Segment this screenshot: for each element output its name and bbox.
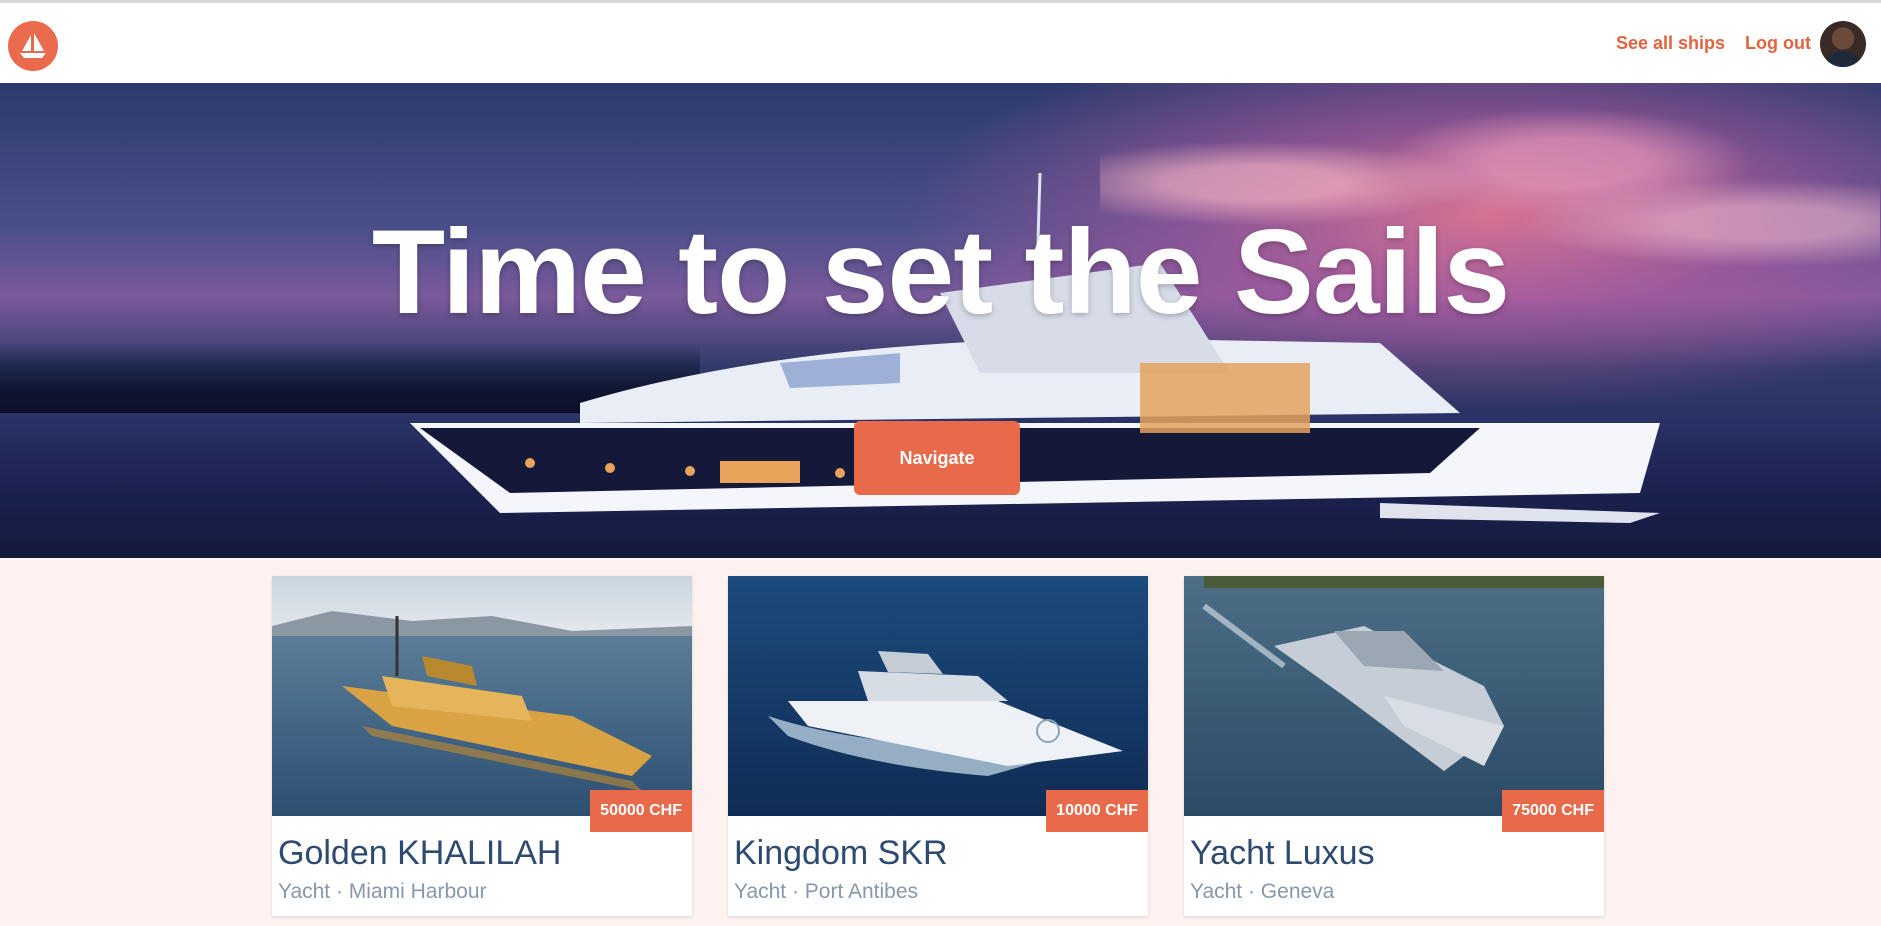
navigate-button[interactable]: Navigate bbox=[854, 421, 1020, 495]
sailboat-logo-icon[interactable] bbox=[8, 21, 58, 71]
see-all-ships-link[interactable]: See all ships bbox=[1616, 33, 1725, 54]
main-nav: See all ships Log out bbox=[1616, 33, 1811, 54]
ship-card[interactable]: 10000 CHF Kingdom SKR Yacht · Port Antib… bbox=[728, 576, 1148, 916]
ship-image bbox=[728, 576, 1148, 816]
user-avatar-icon[interactable] bbox=[1820, 21, 1866, 67]
ship-card-list: 50000 CHF Golden KHALILAH Yacht · Miami … bbox=[272, 576, 1604, 916]
ship-name: Yacht Luxus bbox=[1190, 834, 1375, 872]
hero-banner: Time to set the Sails Navigate bbox=[0, 83, 1881, 558]
hero-title: Time to set the Sails bbox=[371, 205, 1510, 339]
ship-image bbox=[272, 576, 692, 816]
ship-subtitle: Yacht · Miami Harbour bbox=[278, 880, 487, 903]
price-badge: 10000 CHF bbox=[1046, 790, 1148, 832]
ship-card[interactable]: 50000 CHF Golden KHALILAH Yacht · Miami … bbox=[272, 576, 692, 916]
ship-name: Golden KHALILAH bbox=[278, 834, 562, 872]
ship-name: Kingdom SKR bbox=[734, 834, 948, 872]
top-nav-bar: See all ships Log out bbox=[0, 3, 1881, 83]
ship-image bbox=[1184, 576, 1604, 816]
ship-card[interactable]: 75000 CHF Yacht Luxus Yacht · Geneva bbox=[1184, 576, 1604, 916]
ship-subtitle: Yacht · Geneva bbox=[1190, 880, 1335, 903]
log-out-link[interactable]: Log out bbox=[1745, 33, 1811, 54]
ship-subtitle: Yacht · Port Antibes bbox=[734, 880, 919, 903]
price-badge: 50000 CHF bbox=[590, 790, 692, 832]
price-badge: 75000 CHF bbox=[1502, 790, 1604, 832]
